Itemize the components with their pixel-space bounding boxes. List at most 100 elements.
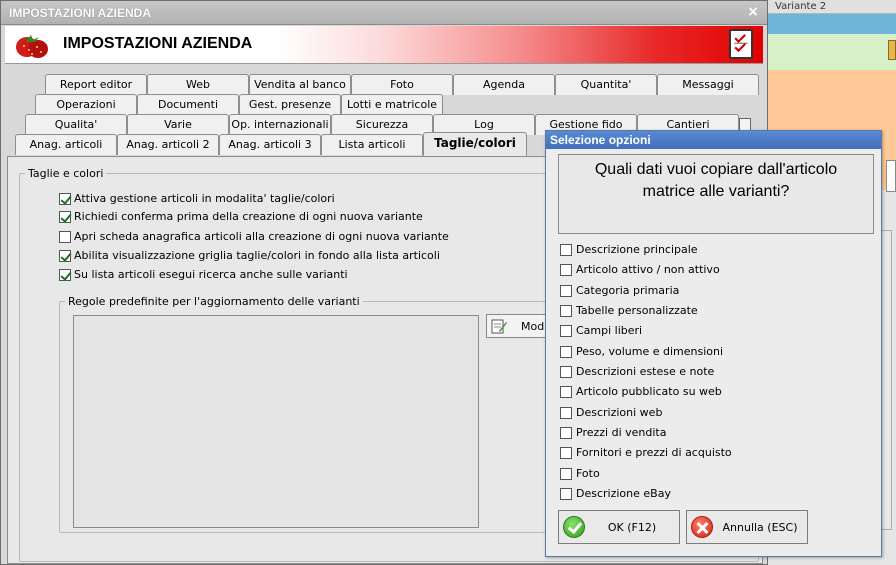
box-icon <box>888 40 896 60</box>
checkbox[interactable] <box>560 365 572 378</box>
checkbox[interactable] <box>560 243 572 256</box>
checkbox[interactable] <box>560 406 572 419</box>
dialog-option-prezzi-vendita[interactable]: Prezzi di vendita <box>560 426 666 439</box>
checkbox[interactable] <box>560 385 572 398</box>
checkbox[interactable] <box>560 467 572 480</box>
tab-qualita[interactable]: Qualita' <box>25 114 127 135</box>
option-richiedi-conferma[interactable]: Richiedi conferma prima della creazione … <box>59 210 423 223</box>
regole-legend: Regole predefinite per l'aggiornamento d… <box>68 295 360 308</box>
tab-anag-articoli-3[interactable]: Anag. articoli 3 <box>219 134 321 155</box>
dialog-option-descrizione-ebay[interactable]: Descrizione eBay <box>560 487 671 500</box>
checkbox[interactable] <box>59 249 71 262</box>
option-label: Foto <box>576 467 600 480</box>
option-label: Descrizioni web <box>576 406 663 419</box>
option-label: Tabelle personalizzate <box>576 304 698 317</box>
option-label: Campi liberi <box>576 324 643 337</box>
option-label: Descrizioni estese e note <box>576 365 715 378</box>
checkbox[interactable] <box>59 192 71 205</box>
window-titlebar[interactable]: IMPOSTAZIONI AZIENDA × <box>1 1 767 25</box>
dialog-titlebar[interactable]: Selezione opzioni <box>546 131 881 149</box>
tab-gest-presenze[interactable]: Gest. presenze <box>239 94 341 115</box>
tab-op-internazionali[interactable]: Op. internazionali <box>229 114 331 135</box>
ok-button[interactable]: OK (F12) <box>558 510 680 544</box>
tab-anag-articoli-2[interactable]: Anag. articoli 2 <box>117 134 219 155</box>
option-label: Categoria primaria <box>576 284 680 297</box>
selezione-opzioni-dialog: Selezione opzioni Quali dati vuoi copiar… <box>545 130 882 557</box>
option-apri-scheda[interactable]: Apri scheda anagrafica articoli alla cre… <box>59 230 449 243</box>
background-button[interactable] <box>886 160 896 192</box>
checkbox-label: Richiedi conferma prima della creazione … <box>74 210 423 223</box>
taglie-colori-legend: Taglie e colori <box>28 167 104 180</box>
dialog-option-descrizione-principale[interactable]: Descrizione principale <box>560 243 698 256</box>
checkbox[interactable] <box>560 446 572 459</box>
strawberry-icon <box>16 35 48 58</box>
checkbox[interactable] <box>59 268 71 281</box>
checkbox-label: Abilita visualizzazione griglia taglie/c… <box>74 249 440 262</box>
option-label: Peso, volume e dimensioni <box>576 345 724 358</box>
tab-sicurezza[interactable]: Sicurezza <box>331 114 433 135</box>
tab-vendita-al-banco[interactable]: Vendita al banco <box>249 74 351 95</box>
checkbox[interactable] <box>560 284 572 297</box>
checkbox-label: Su lista articoli esegui ricerca anche s… <box>74 268 348 281</box>
modify-button[interactable]: Mod <box>486 314 550 338</box>
cancel-button[interactable]: Annulla (ESC) <box>686 510 808 544</box>
tab-messaggi[interactable]: Messaggi <box>657 74 759 95</box>
modify-button-label: Mod <box>521 319 545 333</box>
checkbox[interactable] <box>59 210 71 223</box>
ok-button-label: OK (F12) <box>607 520 657 534</box>
dialog-option-peso-volume[interactable]: Peso, volume e dimensioni <box>560 345 723 358</box>
option-label: Descrizione principale <box>576 243 698 256</box>
dialog-option-campi-liberi[interactable]: Campi liberi <box>560 324 642 337</box>
dialog-option-descrizioni-estese[interactable]: Descrizioni estese e note <box>560 365 714 378</box>
tab-taglie-colori[interactable]: Taglie/colori <box>423 132 527 156</box>
checkbox[interactable] <box>560 263 572 276</box>
close-icon[interactable]: × <box>747 4 759 20</box>
tab-quantita[interactable]: Quantita' <box>555 74 657 95</box>
tab-foto[interactable]: Foto <box>351 74 453 95</box>
checkbox[interactable] <box>59 230 71 243</box>
dialog-option-descrizioni-web[interactable]: Descrizioni web <box>560 406 662 419</box>
checkbox[interactable] <box>560 487 572 500</box>
check-icon <box>563 516 585 538</box>
checkbox-label: Attiva gestione articoli in modalita' ta… <box>74 192 335 205</box>
tab-lista-articoli[interactable]: Lista articoli <box>321 134 423 155</box>
tab-agenda[interactable]: Agenda <box>453 74 555 95</box>
option-abilita-griglia[interactable]: Abilita visualizzazione griglia taglie/c… <box>59 249 440 262</box>
header-banner: IMPOSTAZIONI AZIENDA <box>5 26 763 64</box>
tab-web[interactable]: Web <box>147 74 249 95</box>
close-icon <box>691 516 713 538</box>
checkbox[interactable] <box>560 345 572 358</box>
option-attiva-gestione[interactable]: Attiva gestione articoli in modalita' ta… <box>59 192 335 205</box>
tab-anag-articoli[interactable]: Anag. articoli <box>15 134 117 155</box>
option-label: Articolo pubblicato su web <box>576 385 722 398</box>
dialog-option-fornitori-prezzi[interactable]: Fornitori e prezzi di acquisto <box>560 446 732 459</box>
option-ricerca-varianti[interactable]: Su lista articoli esegui ricerca anche s… <box>59 268 348 281</box>
checkbox-label: Apri scheda anagrafica articoli alla cre… <box>74 230 449 243</box>
tab-report-editor[interactable]: Report editor <box>45 74 147 95</box>
option-label: Articolo attivo / non attivo <box>576 263 720 276</box>
checkbox[interactable] <box>560 324 572 337</box>
background-window-title: Variante 2 <box>767 0 896 14</box>
tab-operazioni[interactable]: Operazioni <box>35 94 137 115</box>
dialog-option-pubblicato-web[interactable]: Articolo pubblicato su web <box>560 385 722 398</box>
option-label: Descrizione eBay <box>576 487 671 500</box>
tab-varie[interactable]: Varie <box>127 114 229 135</box>
dialog-option-foto[interactable]: Foto <box>560 467 600 480</box>
background-header-panel <box>767 34 896 70</box>
dialog-option-articolo-attivo[interactable]: Articolo attivo / non attivo <box>560 263 720 276</box>
rules-list[interactable] <box>73 315 479 528</box>
question-line-2: matrice alle varianti? <box>642 183 790 200</box>
checklist-icon[interactable] <box>729 29 753 59</box>
option-label: Prezzi di vendita <box>576 426 667 439</box>
tab-documenti[interactable]: Documenti <box>137 94 239 115</box>
window-title: IMPOSTAZIONI AZIENDA <box>9 6 151 20</box>
tab-lotti-e-matricole[interactable]: Lotti e matricole <box>341 94 443 115</box>
checkbox[interactable] <box>560 304 572 317</box>
option-label: Fornitori e prezzi di acquisto <box>576 446 732 459</box>
question-line-1: Quali dati vuoi copiare dall'articolo <box>594 161 838 178</box>
dialog-option-tabelle-personalizzate[interactable]: Tabelle personalizzate <box>560 304 698 317</box>
question-box: Quali dati vuoi copiare dall'articolo ma… <box>558 154 874 234</box>
cancel-button-label: Annulla (ESC) <box>722 520 798 534</box>
checkbox[interactable] <box>560 426 572 439</box>
dialog-option-categoria-primaria[interactable]: Categoria primaria <box>560 284 679 297</box>
